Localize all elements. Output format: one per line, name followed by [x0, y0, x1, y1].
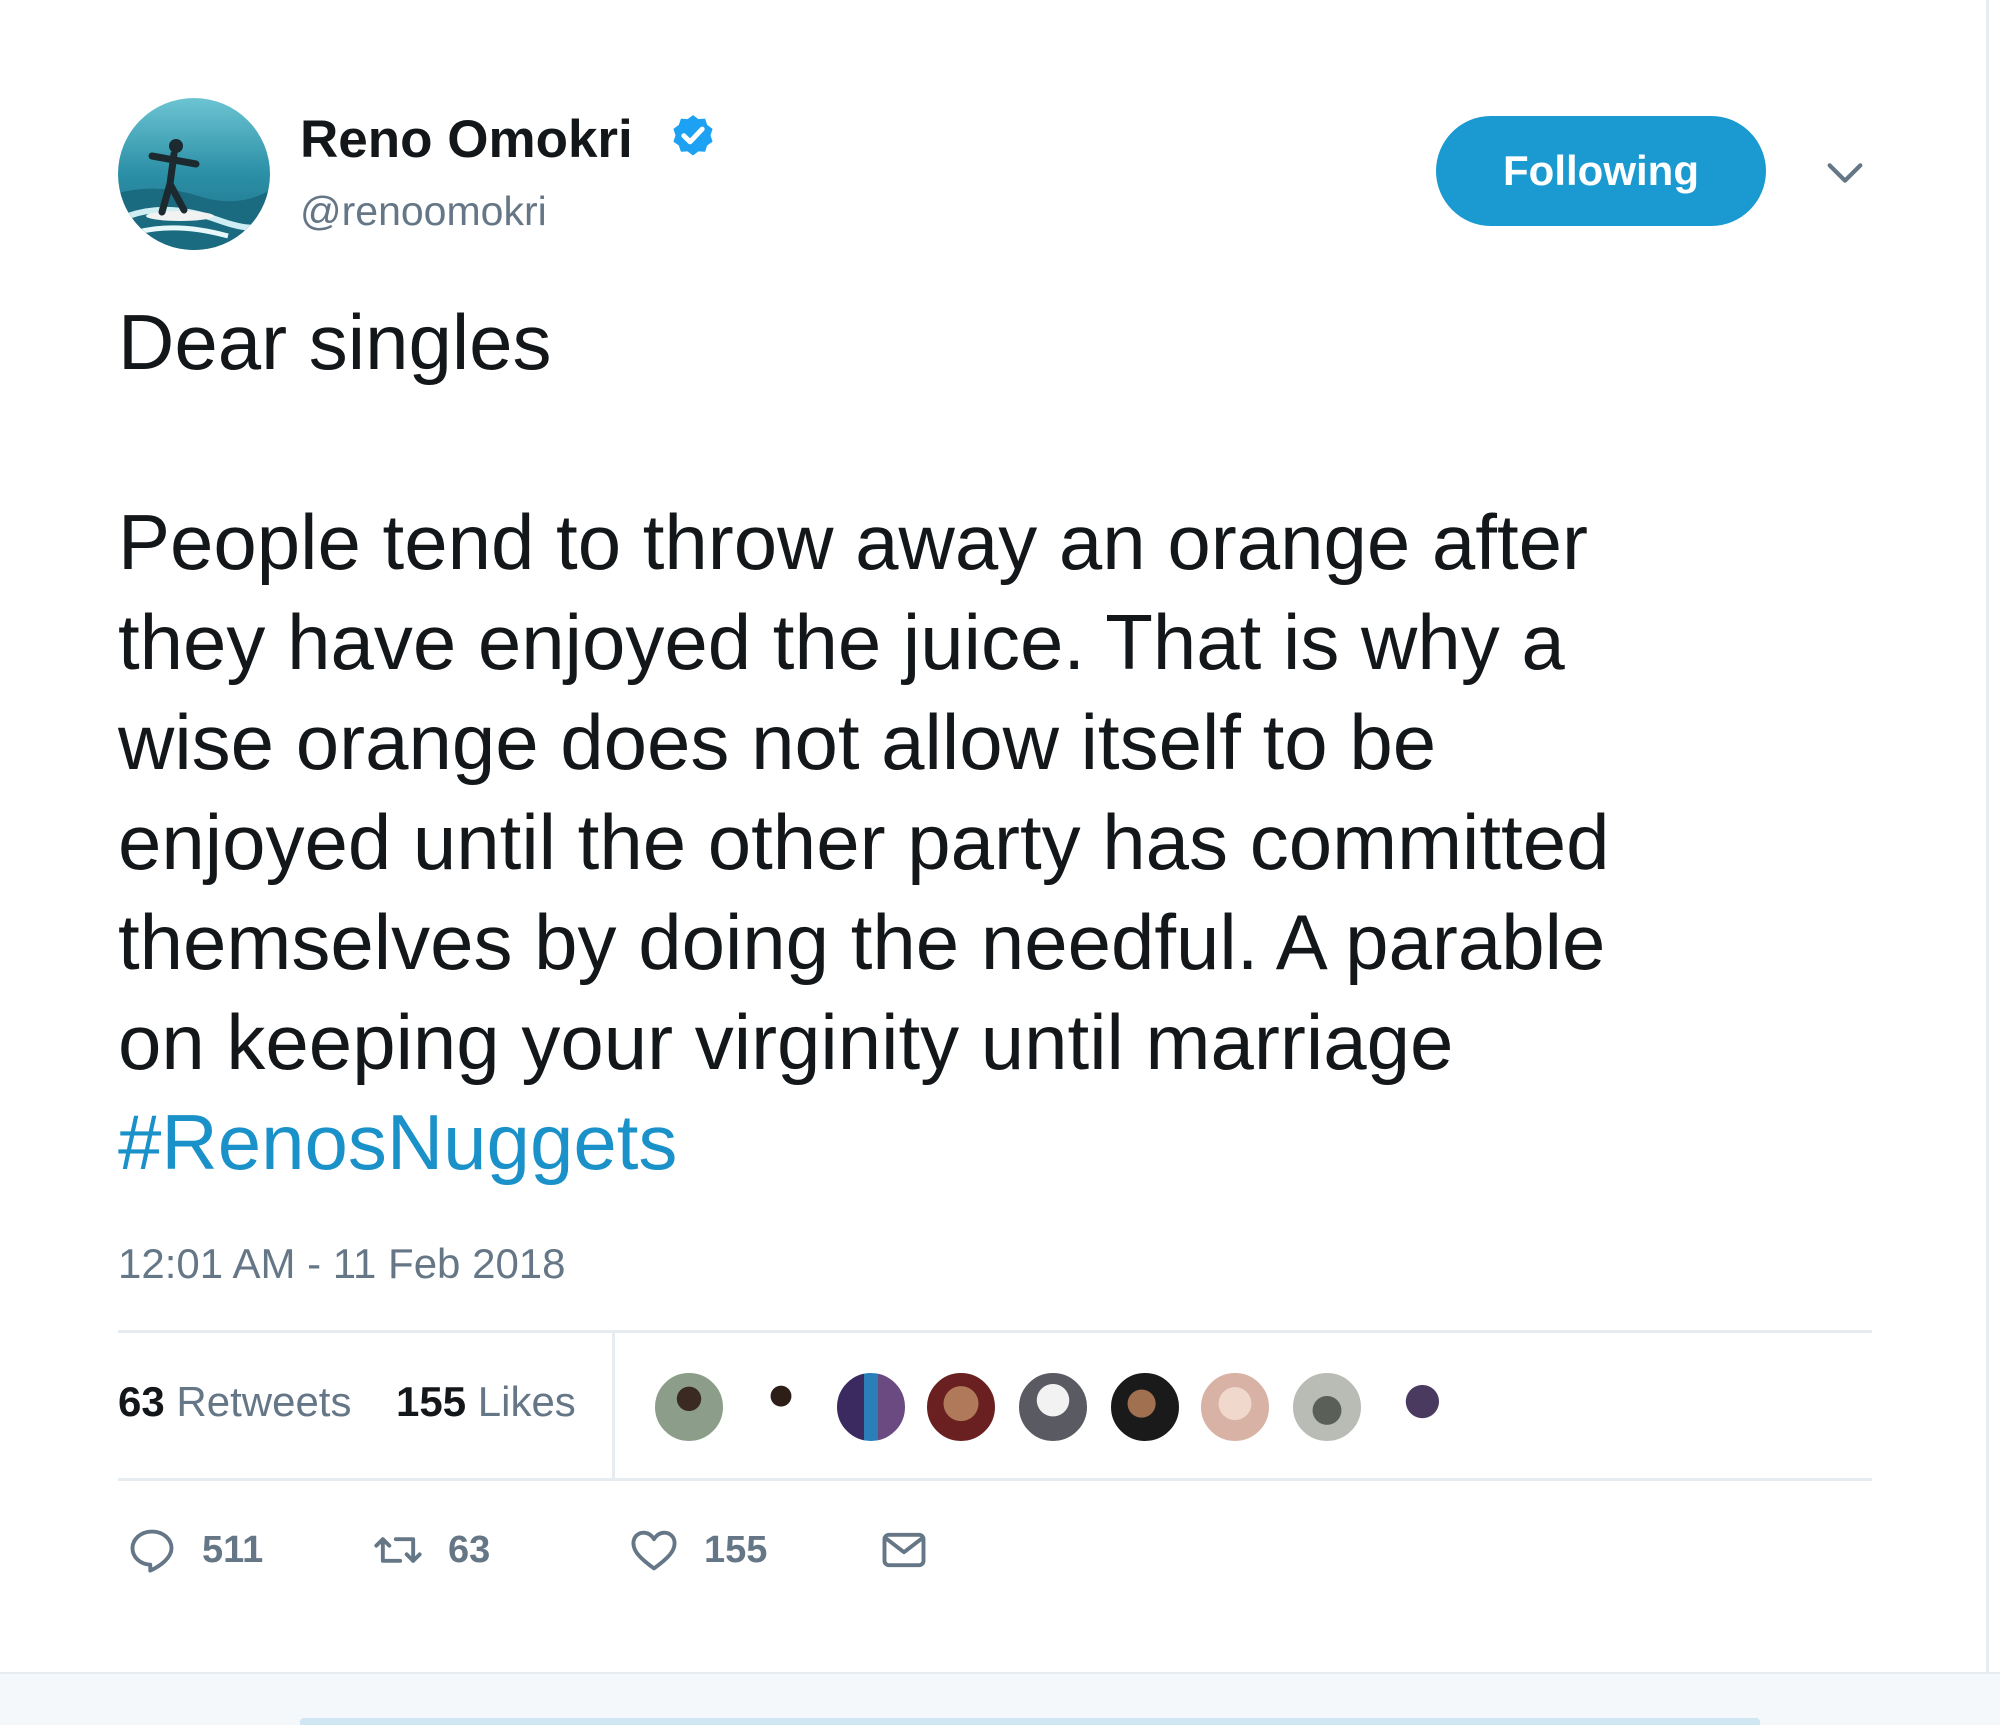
retweets-count: 63: [118, 1378, 165, 1425]
liker-avatar[interactable]: [1382, 1370, 1456, 1444]
tweet-text-line: themselves by doing the needful. A parab…: [118, 898, 1606, 986]
surfer-avatar-image: [118, 98, 270, 250]
hashtag-link[interactable]: #RenosNuggets: [118, 1092, 677, 1192]
tweet-text-line: wise orange does not allow itself to be: [118, 698, 1437, 786]
page-bottom-accent: [300, 1718, 1760, 1725]
page-right-edge: [1986, 0, 2000, 1725]
liker-avatar[interactable]: [1016, 1370, 1090, 1444]
retweets-stat[interactable]: 63 Retweets: [118, 1374, 351, 1430]
stats-bottom-divider: [118, 1478, 1872, 1481]
tweet-timestamp[interactable]: 12:01 AM - 11 Feb 2018: [118, 1236, 566, 1292]
liker-avatar[interactable]: [924, 1370, 998, 1444]
liker-avatar[interactable]: [834, 1370, 908, 1444]
direct-message-button[interactable]: [878, 1522, 930, 1578]
following-button[interactable]: Following: [1436, 116, 1766, 226]
liker-avatar[interactable]: [1108, 1370, 1182, 1444]
liker-avatar[interactable]: [744, 1370, 818, 1444]
direct-message-icon: [882, 1532, 926, 1568]
tweet-card: Reno Omokri @renoomokri Following Dear s…: [0, 0, 1986, 1672]
retweet-action-count: 63: [448, 1529, 491, 1571]
retweets-label: Retweets: [176, 1378, 352, 1425]
tweet-text-line: People tend to throw away an orange afte…: [118, 498, 1588, 586]
author-name[interactable]: Reno Omokri: [300, 108, 633, 172]
tweet-page: Reno Omokri @renoomokri Following Dear s…: [0, 0, 2000, 1725]
chevron-down-icon[interactable]: [1822, 150, 1868, 196]
reply-button[interactable]: 511: [126, 1522, 263, 1578]
like-action-count: 155: [704, 1529, 768, 1571]
liker-avatar[interactable]: [652, 1370, 726, 1444]
reply-icon: [130, 1529, 174, 1573]
retweet-button[interactable]: 63: [372, 1522, 490, 1578]
like-icon: [631, 1530, 677, 1571]
author-handle[interactable]: @renoomokri: [300, 186, 547, 236]
reply-count: 511: [202, 1529, 264, 1571]
liker-avatar[interactable]: [1290, 1370, 1364, 1444]
verified-badge-icon: [673, 115, 713, 156]
liker-avatar[interactable]: [1198, 1370, 1272, 1444]
stats-vertical-divider: [612, 1332, 615, 1478]
stats-top-divider: [118, 1330, 1872, 1333]
like-button[interactable]: 155: [628, 1522, 767, 1578]
tweet-text-line: they have enjoyed the juice. That is why…: [118, 598, 1565, 686]
likes-count: 155: [396, 1378, 467, 1425]
author-avatar[interactable]: [118, 98, 270, 250]
likes-label: Likes: [477, 1378, 576, 1425]
tweet-text-line: Dear singles: [118, 298, 552, 386]
tweet-text-line: on keeping your virginity until marriage: [118, 998, 1454, 1086]
tweet-text-line: enjoyed until the other party has commit…: [118, 798, 1610, 886]
likes-stat[interactable]: 155 Likes: [396, 1374, 576, 1430]
retweet-icon: [374, 1537, 422, 1563]
